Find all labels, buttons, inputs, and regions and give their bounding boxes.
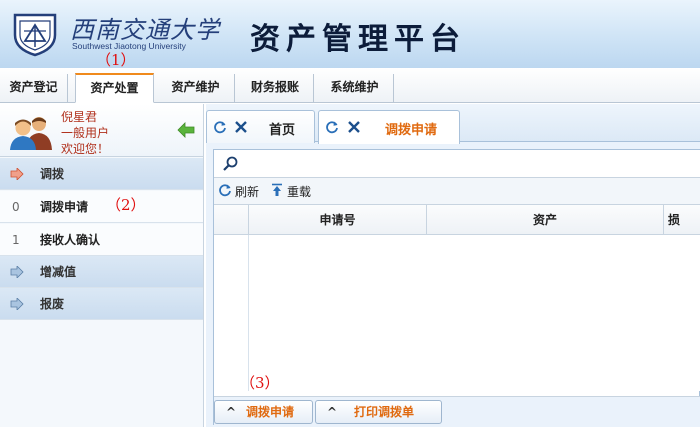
sidebar-item-label: 接收人确认	[40, 233, 101, 247]
sidebar-item-label: 报废	[40, 297, 65, 311]
print-transfer-form-button[interactable]: ^ 打印调拨单	[315, 400, 442, 424]
collapse-arrow-icon[interactable]	[177, 122, 195, 138]
row-number-header	[214, 205, 249, 235]
row-number-column	[214, 235, 249, 391]
item-index: 1	[12, 233, 20, 247]
grid-header: 申请号 资产 损	[214, 204, 700, 235]
column-header-partial[interactable]: 损	[664, 205, 700, 235]
menu-item-asset-disposal[interactable]: 资产处置	[75, 73, 154, 103]
sidebar-item-label: 调拨申请	[40, 200, 89, 214]
expand-arrow-icon	[10, 266, 24, 278]
menu-item-asset-registration[interactable]: 资产登记	[0, 74, 68, 102]
caret-up-icon: ^	[327, 405, 338, 419]
users-avatar-icon	[10, 117, 52, 150]
expand-arrow-icon	[10, 298, 24, 310]
main-menu-bar: 资产登记 资产处置 资产维护 财务报账 系统维护	[0, 68, 700, 103]
refresh-icon	[219, 184, 231, 197]
tab-home[interactable]: 首页	[206, 110, 315, 143]
grid-toolbar: 刷新 重载	[214, 178, 700, 204]
annotation-1: （1）	[96, 51, 136, 69]
sidebar-item-receiver-confirm[interactable]: 1 接收人确认	[0, 224, 203, 256]
tab-label: 调拨申请	[385, 123, 438, 138]
sidebar-group-scrap[interactable]: 报废	[0, 288, 203, 320]
close-icon[interactable]	[234, 120, 248, 134]
welcome-text: 欢迎您！	[61, 142, 110, 156]
refresh-icon[interactable]	[213, 120, 227, 134]
annotation-2: （2）	[106, 196, 146, 214]
expand-arrow-icon	[10, 168, 24, 180]
button-label: 打印调拨单	[354, 405, 415, 419]
menu-item-finance-reimbursement[interactable]: 财务报账	[237, 74, 314, 102]
menu-item-asset-maintenance[interactable]: 资产维护	[157, 74, 235, 102]
item-index: 0	[12, 200, 20, 214]
search-bar[interactable]	[214, 150, 700, 178]
sidebar-item-transfer-application[interactable]: 0 调拨申请	[0, 191, 203, 223]
upload-arrow-icon	[272, 183, 282, 196]
transfer-application-button[interactable]: ^ 调拨申请	[214, 400, 313, 424]
user-name: 倪星君	[61, 110, 98, 124]
caret-up-icon: ^	[226, 405, 237, 419]
university-emblem-icon	[13, 13, 57, 57]
sidebar-item-label: 调拨	[40, 167, 65, 181]
reload-button[interactable]: 重载	[270, 182, 320, 200]
platform-title: 资产管理平台	[250, 22, 466, 57]
sidebar-group-transfer[interactable]: 调拨	[0, 158, 203, 190]
close-icon[interactable]	[347, 120, 361, 134]
grid-body	[214, 235, 700, 391]
user-info-panel: 倪星君 一般用户 欢迎您！	[0, 104, 203, 157]
sidebar-item-label: 增减值	[40, 265, 77, 279]
content-area: 刷新 重载 申请号 资产 损 ^ 调拨申请 ^ 打印调拨单	[213, 149, 700, 426]
bottom-button-bar: ^ 调拨申请 ^ 打印调拨单	[214, 396, 700, 426]
tab-bar: 首页 调拨申请	[206, 104, 700, 144]
search-icon[interactable]	[222, 156, 238, 172]
menu-item-system-maintenance[interactable]: 系统维护	[316, 74, 394, 102]
refresh-label: 刷新	[235, 185, 260, 199]
sidebar: 倪星君 一般用户 欢迎您！ 调拨 0 调拨申请 1 接收人确认 增减值 报废	[0, 104, 204, 427]
refresh-button[interactable]: 刷新	[218, 182, 268, 200]
university-name-cn: 西南交通大学	[70, 16, 220, 44]
user-role: 一般用户	[61, 126, 110, 140]
column-header-application-no[interactable]: 申请号	[249, 205, 427, 235]
tab-label: 首页	[269, 123, 296, 138]
sidebar-group-value-change[interactable]: 增减值	[0, 256, 203, 288]
column-header-asset[interactable]: 资产	[427, 205, 664, 235]
data-grid: 申请号 资产 损	[214, 204, 700, 394]
button-label: 调拨申请	[246, 405, 295, 419]
annotation-3: （3）	[240, 374, 280, 392]
refresh-icon[interactable]	[325, 120, 339, 134]
tab-transfer-application[interactable]: 调拨申请	[318, 110, 460, 144]
reload-label: 重载	[287, 185, 312, 199]
main-panel: 首页 调拨申请 刷新 重载 申请号 资产 损 ^ 调拨申请 ^ 打印调拨单	[206, 104, 700, 427]
